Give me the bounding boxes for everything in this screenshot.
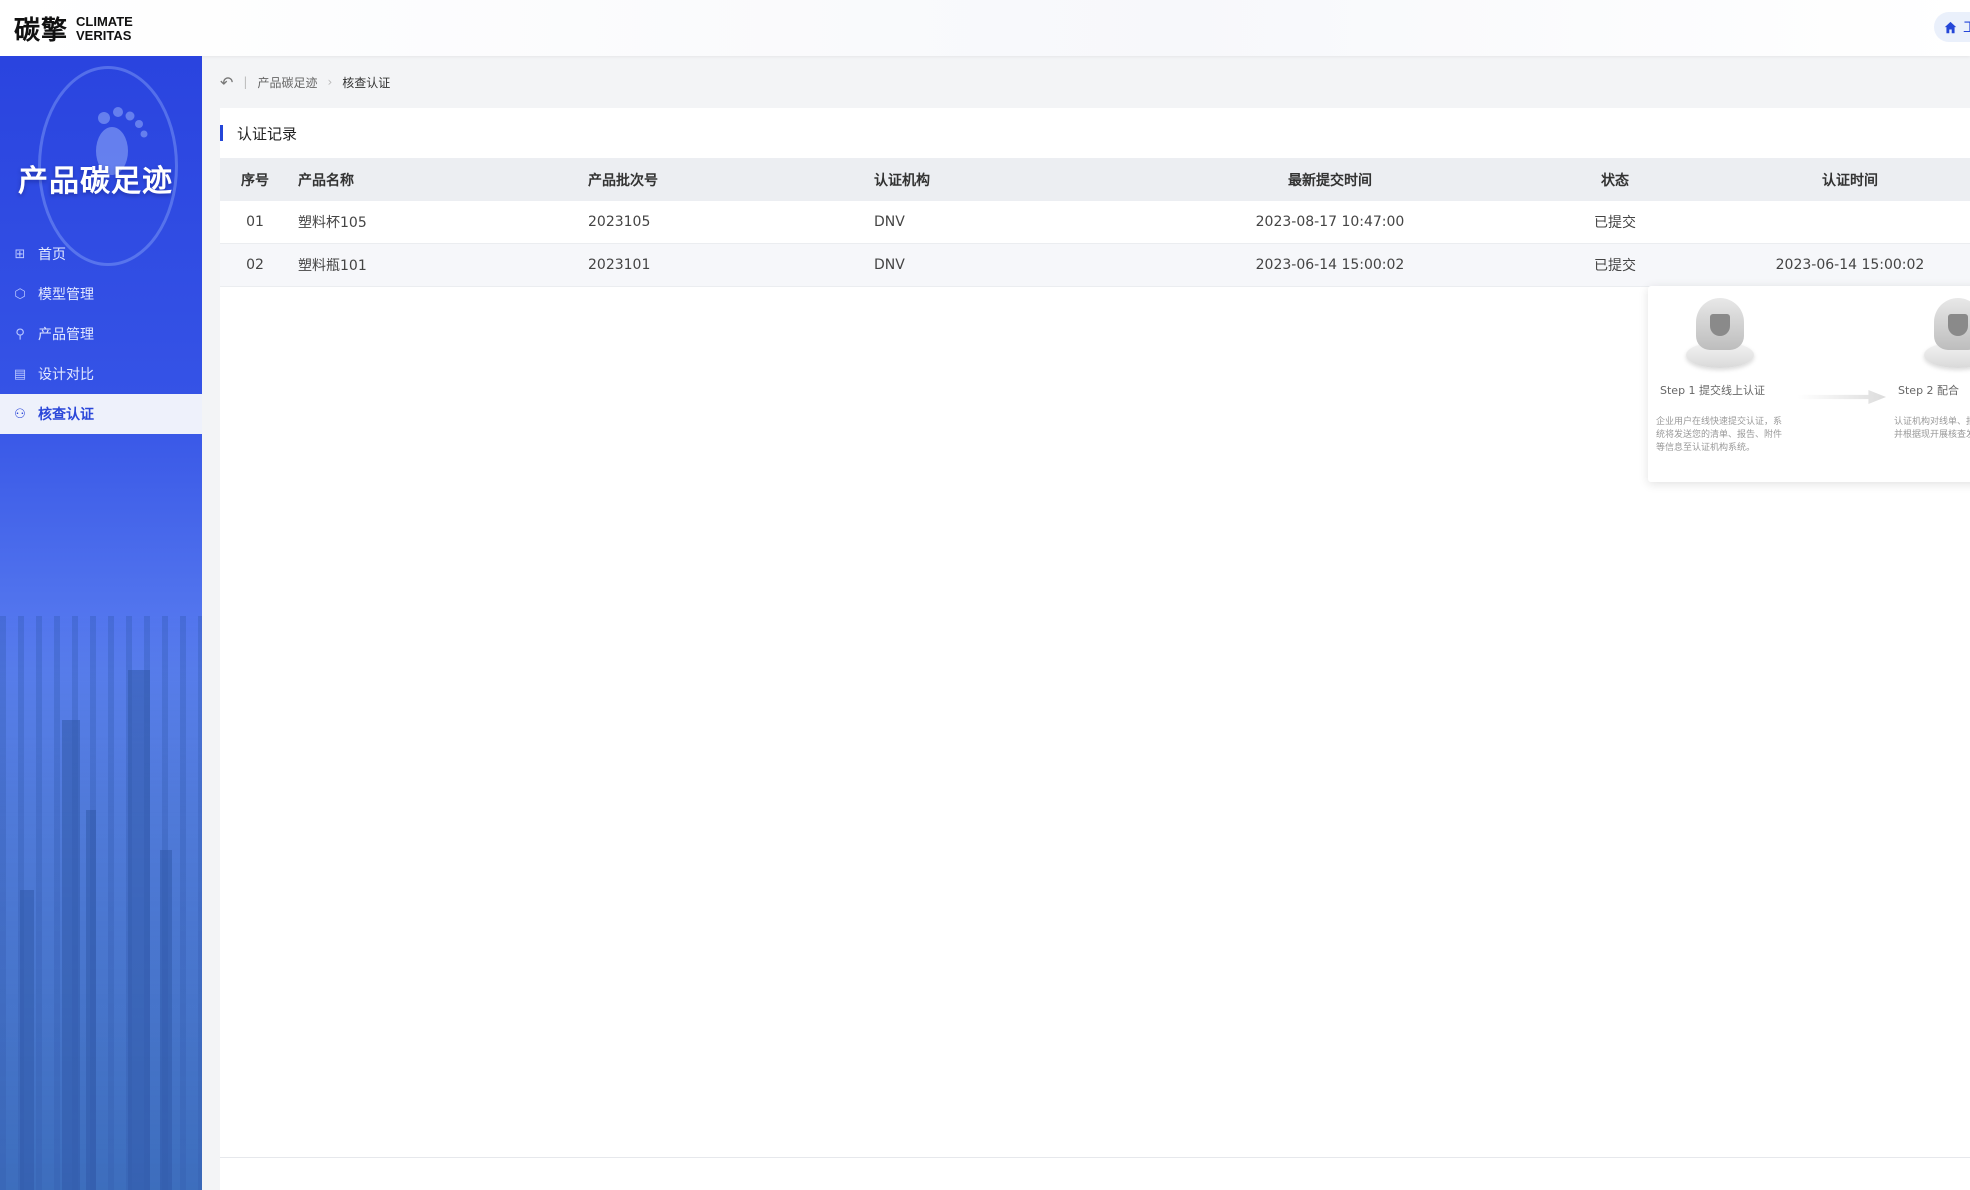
header-index: 序号 [241, 172, 269, 189]
table-header-row: 序号 产品名称 产品批次号 认证机构 最新提交时间 状态 认证时间 [220, 158, 1970, 201]
cell-latest-submit-time: 2023-06-14 15:00:02 [1255, 257, 1405, 273]
back-arrow-icon[interactable]: ↶ [220, 73, 233, 92]
breadcrumb-divider: | [243, 75, 248, 89]
certification-steps-popover: Step 1 提交线上认证 企业用户在线快速提交认证，系统将发送您的清单、报告、… [1648, 286, 1970, 482]
sidebar-item-label: 核查认证 [38, 407, 94, 423]
step-title: Step 1 提交线上认证 [1660, 384, 1766, 397]
compare-icon: ▤ [13, 366, 27, 382]
chevron-right-icon: › [327, 75, 333, 89]
header-latest-submit-time: 最新提交时间 [1288, 172, 1372, 189]
breadcrumb: ↶ | 产品碳足迹 › 核查认证 [220, 56, 1970, 108]
sidebar-item-label: 模型管理 [38, 287, 94, 303]
header-batch-number: 产品批次号 [588, 172, 658, 189]
factory-tower [62, 720, 80, 1190]
top-header: 碳擎 CLIMATE VERITAS 工 [0, 0, 1970, 56]
header-status: 状态 [1601, 172, 1629, 189]
link-icon: ⚲ [15, 326, 25, 342]
table-row[interactable]: 02 塑料瓶101 2023101 DNV 2023-06-14 15:00:0… [220, 244, 1970, 287]
section-title-text: 认证记录 [237, 124, 298, 143]
sidebar-item-label: 设计对比 [38, 367, 94, 383]
records-panel: 认证记录 序号 产品名称 产品批次号 认证机构 最新提交时间 状态 认证时间 0… [220, 108, 1970, 1190]
sidebar-item-verification[interactable]: ⚇ 核查认证 [0, 394, 202, 434]
cell-index: 01 [246, 214, 264, 230]
cell-status: 已提交 [1594, 215, 1636, 231]
panel-footer-divider [220, 1157, 1970, 1158]
cube-icon: ⬡ [14, 286, 26, 302]
cell-product-name: 塑料杯105 [298, 215, 367, 231]
factory-tower [128, 670, 150, 1190]
step-description: 认证机构对线单、报告、附带，并根据现开展核查发现 [1894, 417, 1970, 440]
cell-batch-number: 2023101 [588, 257, 651, 273]
header-cert-time: 认证时间 [1822, 172, 1878, 189]
sidebar-item-label: 产品管理 [38, 327, 94, 343]
cell-certifier: DNV [874, 257, 905, 273]
sidebar-module-title: 产品碳足迹 [18, 164, 173, 199]
cell-batch-number: 2023105 [588, 214, 651, 230]
certification-table: 序号 产品名称 产品批次号 认证机构 最新提交时间 状态 认证时间 01 塑料杯… [220, 158, 1970, 287]
logo-en-line2: VERITAS [76, 27, 132, 43]
grid-icon: ⊞ [14, 246, 26, 262]
header-certifier: 认证机构 [874, 172, 930, 189]
logo-chinese-text: 碳擎 [14, 16, 69, 46]
logo-en-line1: CLIMATE [76, 13, 133, 29]
step-description: 企业用户在线快速提交认证，系统将发送您的清单、报告、附件等信息至认证机构系统。 [1656, 417, 1783, 453]
brand-logo[interactable]: 碳擎 CLIMATE VERITAS [14, 10, 133, 47]
sidebar-item-design-compare[interactable]: ▤ 设计对比 [0, 354, 202, 394]
shield-emblem-icon [1682, 296, 1758, 374]
breadcrumb-item-current: 核查认证 [342, 75, 391, 90]
sidebar-item-product-management[interactable]: ⚲ 产品管理 [0, 314, 202, 354]
home-icon [1944, 21, 1957, 33]
cell-index: 02 [246, 257, 264, 273]
header-product-name: 产品名称 [298, 172, 354, 189]
main-content: ↶ | 产品碳足迹 › 核查认证 认证记录 序号 产品名称 产品批次号 认证机构… [220, 56, 1970, 1190]
factory-tower [86, 810, 96, 1190]
title-accent-bar [220, 125, 223, 141]
cell-product-name: 塑料瓶101 [298, 258, 367, 274]
sidebar-item-home[interactable]: ⊞ 首页 [0, 234, 202, 274]
arrow-right-icon [1798, 390, 1886, 404]
logo-english-text: CLIMATE VERITAS [76, 13, 133, 43]
table-row[interactable]: 01 塑料杯105 2023105 DNV 2023-08-17 10:47:0… [220, 201, 1970, 244]
workspace-label: 工 [1963, 17, 1970, 37]
workspace-home-button[interactable]: 工 [1934, 12, 1970, 42]
cell-status: 已提交 [1594, 258, 1636, 274]
breadcrumb-item-product-footprint[interactable]: 产品碳足迹 [257, 74, 317, 91]
sidebar-item-model-management[interactable]: ⬡ 模型管理 [0, 274, 202, 314]
section-title: 认证记录 [220, 122, 297, 144]
sidebar-menu: ⊞ 首页 ⬡ 模型管理 ⚲ 产品管理 ▤ 设计对比 ⚇ 核查认证 [0, 234, 202, 434]
user-icon: ⚇ [14, 406, 26, 422]
shield-emblem-icon [1920, 296, 1970, 374]
step-title: Step 2 配合 [1898, 384, 1960, 397]
cell-cert-time: 2023-06-14 15:00:02 [1775, 257, 1925, 273]
sidebar-item-label: 首页 [38, 247, 66, 263]
factory-tower [20, 890, 34, 1190]
factory-tower [160, 850, 172, 1190]
cell-certifier: DNV [874, 214, 905, 230]
sidebar: 产品碳足迹 ⊞ 首页 ⬡ 模型管理 ⚲ 产品管理 ▤ 设计对比 ⚇ 核查认证 [0, 56, 202, 1190]
cell-latest-submit-time: 2023-08-17 10:47:00 [1255, 214, 1405, 230]
